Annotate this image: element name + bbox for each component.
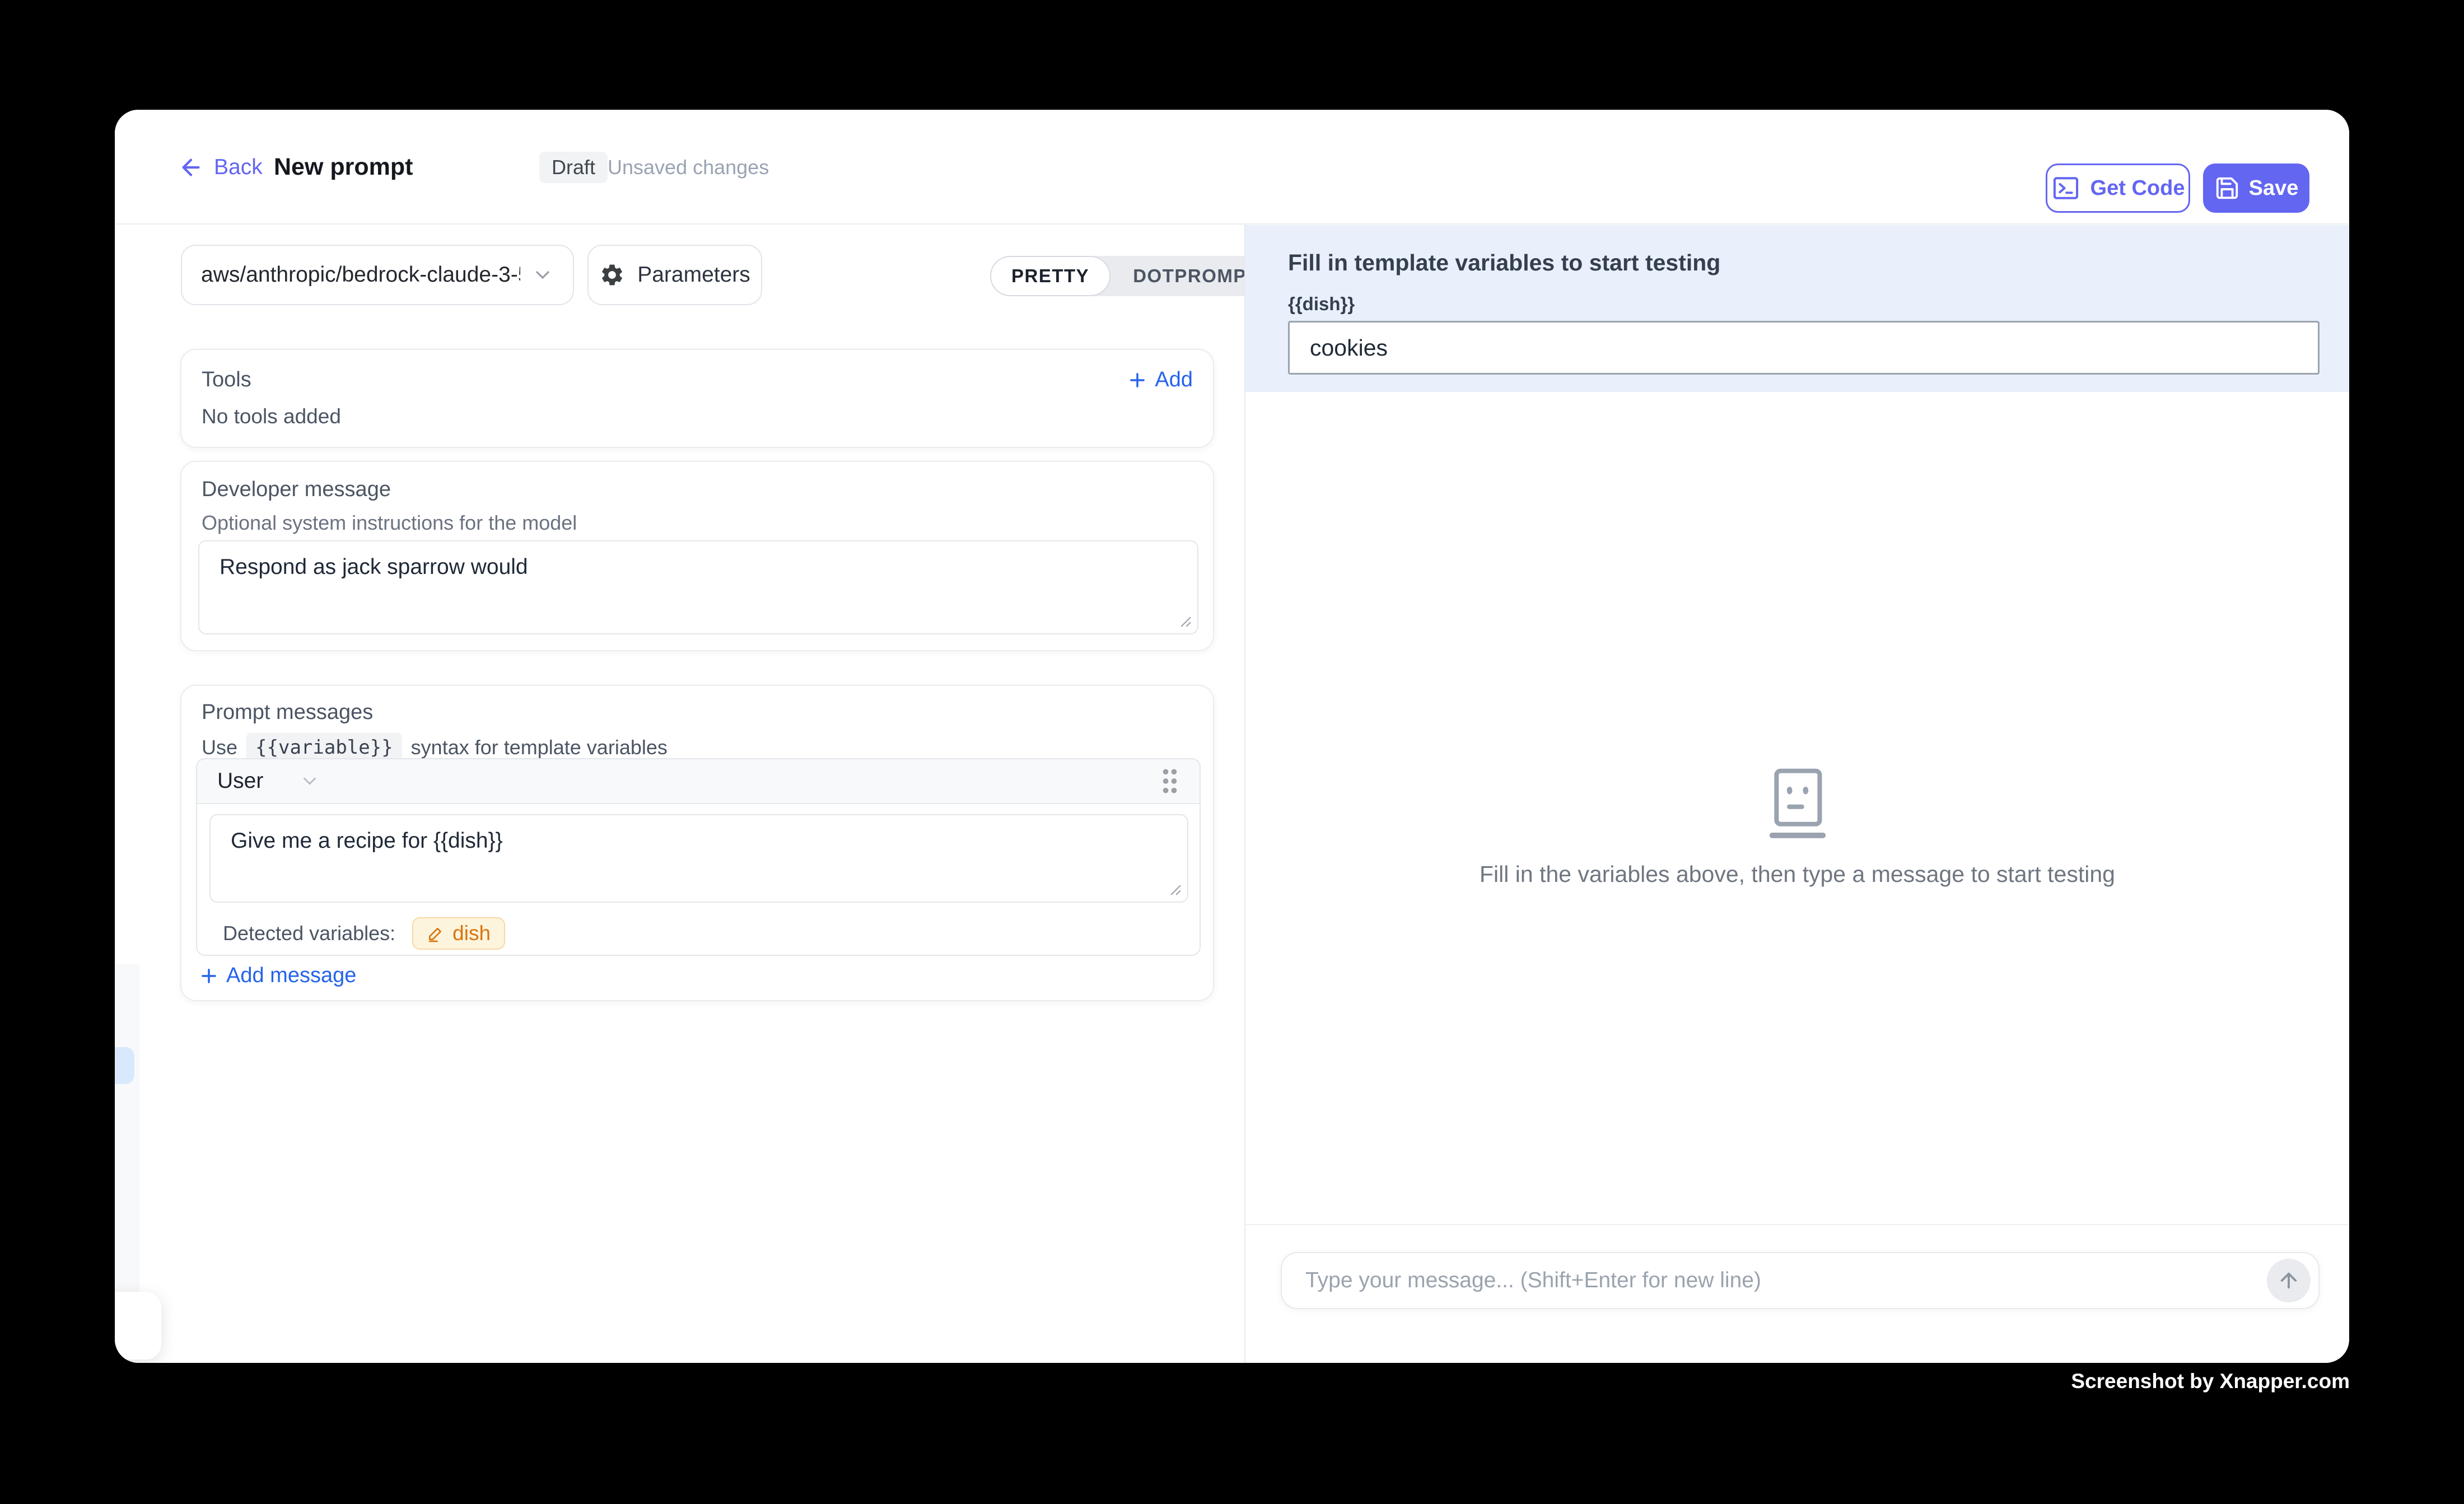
robot-face-icon — [1768, 768, 1827, 839]
chat-section-divider — [1245, 1224, 2349, 1225]
save-icon — [2214, 175, 2240, 201]
model-selector[interactable]: aws/anthropic/bedrock-claude-3-5-s... — [181, 245, 574, 305]
prompt-messages-title: Prompt messages — [202, 700, 373, 725]
unsaved-changes-text: Unsaved changes — [608, 110, 769, 225]
variable-badge-dish[interactable]: dish — [412, 917, 505, 950]
developer-message-title: Developer message — [202, 478, 391, 502]
add-message-button[interactable]: Add message — [198, 964, 356, 988]
variable-badge-label: dish — [452, 922, 491, 945]
chevron-down-icon — [299, 770, 320, 792]
variable-input[interactable] — [1288, 321, 2320, 375]
message-content-textarea[interactable]: Give me a recipe for {{dish}} — [211, 815, 1187, 902]
hint-suffix: syntax for template variables — [411, 736, 668, 759]
tester-empty-state: Fill in the variables above, then type a… — [1245, 768, 2349, 888]
get-code-button[interactable]: Get Code — [2046, 164, 2190, 213]
sidebar-active-item — [115, 1047, 134, 1084]
model-selector-value: aws/anthropic/bedrock-claude-3-5-s... — [201, 263, 520, 287]
status-badge: Draft — [539, 152, 608, 183]
back-button[interactable]: Back — [178, 110, 263, 225]
tools-title: Tools — [202, 368, 251, 392]
add-tool-button[interactable]: Add — [1127, 368, 1193, 392]
app-window: Back New prompt Draft Unsaved changes Ge… — [115, 110, 2349, 1363]
gear-icon — [599, 262, 625, 288]
message-header: User — [197, 759, 1200, 804]
detected-variables-label: Detected variables: — [223, 922, 395, 945]
toggle-pretty[interactable]: PRETTY — [990, 256, 1110, 296]
detected-variables-row: Detected variables: dish — [223, 917, 505, 950]
drag-handle-icon[interactable] — [1160, 767, 1179, 796]
screenshot-canvas: Back New prompt Draft Unsaved changes Ge… — [0, 0, 2464, 1504]
role-select-value: User — [217, 769, 263, 793]
variable-input-label: {{dish}} — [1288, 293, 1355, 315]
developer-message-card: Developer message Optional system instru… — [180, 461, 1214, 651]
sidebar-floating-card — [115, 1292, 161, 1360]
parameters-label: Parameters — [637, 263, 750, 287]
tools-empty-text: No tools added — [202, 405, 341, 428]
arrow-up-icon — [2277, 1269, 2300, 1292]
page-title: New prompt — [274, 110, 413, 225]
developer-message-field: Respond as jack sparrow would — [198, 540, 1198, 634]
variables-panel: Fill in template variables to start test… — [1245, 225, 2349, 392]
save-button[interactable]: Save — [2203, 164, 2309, 213]
pencil-icon — [427, 924, 445, 942]
chat-input-bar — [1281, 1252, 2320, 1309]
prompt-messages-card: Prompt messages Use {{variable}} syntax … — [180, 685, 1214, 1001]
message-content-field: Give me a recipe for {{dish}} — [209, 814, 1188, 903]
arrow-left-icon — [178, 155, 204, 180]
textarea-resize-handle[interactable] — [1167, 881, 1182, 896]
add-tool-label: Add — [1155, 368, 1193, 392]
send-button[interactable] — [2267, 1259, 2311, 1302]
tools-card: Tools Add No tools added — [180, 349, 1214, 448]
get-code-label: Get Code — [2090, 176, 2185, 200]
hint-prefix: Use — [202, 736, 237, 759]
developer-message-textarea[interactable]: Respond as jack sparrow would — [199, 541, 1197, 633]
role-select[interactable]: User — [217, 769, 320, 793]
message-block: User Give me a recipe for {{dish}} Detec… — [196, 758, 1201, 956]
chevron-down-icon — [531, 264, 554, 286]
format-toggle: PRETTY DOTPROMPT — [990, 256, 1281, 296]
plus-icon — [1127, 370, 1148, 391]
plus-icon — [198, 965, 220, 987]
textarea-resize-handle[interactable] — [1177, 613, 1192, 628]
sidebar-edge-strip — [115, 964, 139, 1292]
save-label: Save — [2249, 176, 2299, 200]
watermark-text: Screenshot by Xnapper.com — [2071, 1370, 2350, 1393]
header-bar: Back New prompt Draft Unsaved changes Ge… — [115, 110, 2349, 225]
variables-panel-title: Fill in template variables to start test… — [1288, 250, 1720, 276]
add-message-label: Add message — [226, 964, 356, 988]
chat-message-input[interactable] — [1304, 1268, 2258, 1293]
tester-empty-text: Fill in the variables above, then type a… — [1480, 861, 2115, 888]
developer-message-subtitle: Optional system instructions for the mod… — [202, 511, 577, 535]
parameters-button[interactable]: Parameters — [587, 245, 762, 305]
terminal-icon — [2051, 174, 2080, 203]
back-label: Back — [214, 155, 263, 180]
